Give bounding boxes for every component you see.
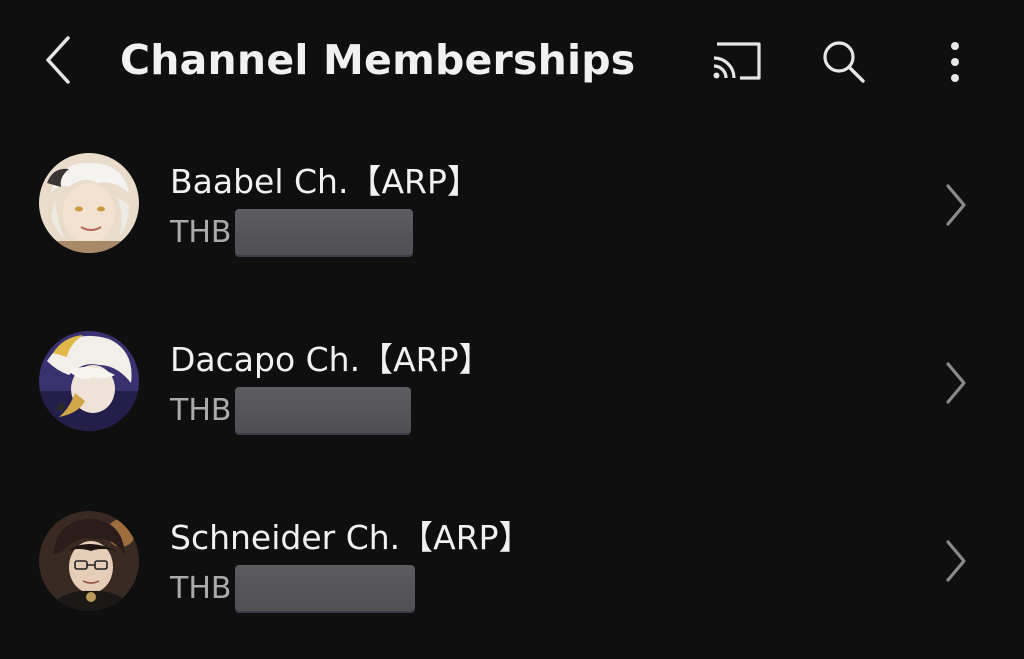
search-icon bbox=[823, 41, 865, 83]
cast-icon bbox=[713, 42, 761, 80]
chevron-right-icon bbox=[930, 175, 980, 235]
page-title: Channel Memberships bbox=[120, 36, 636, 84]
channel-name: Schneider Ch.【ARP】 bbox=[170, 518, 532, 557]
top-app-bar: Channel Memberships bbox=[0, 0, 1024, 125]
chevron-right-icon bbox=[930, 531, 980, 591]
channel-name: Dacapo Ch.【ARP】 bbox=[170, 340, 492, 379]
cast-button[interactable] bbox=[706, 32, 766, 92]
currency-label: THB bbox=[170, 392, 232, 428]
membership-row[interactable]: Baabel Ch.【ARP】 THB bbox=[0, 125, 1024, 303]
chevron-right-icon bbox=[930, 353, 980, 413]
currency-label: THB bbox=[170, 214, 232, 250]
more-vertical-icon bbox=[951, 42, 959, 82]
search-button[interactable] bbox=[814, 32, 874, 92]
redacted-price bbox=[235, 209, 414, 255]
channel-avatar bbox=[39, 331, 139, 431]
membership-price: THB bbox=[170, 565, 416, 611]
back-button[interactable] bbox=[30, 30, 86, 90]
chevron-left-icon bbox=[46, 36, 70, 84]
channel-name: Baabel Ch.【ARP】 bbox=[170, 162, 480, 201]
redacted-price bbox=[235, 387, 412, 433]
channel-avatar bbox=[39, 511, 139, 611]
membership-price: THB bbox=[170, 209, 414, 255]
more-options-button[interactable] bbox=[925, 32, 985, 92]
membership-row[interactable]: Dacapo Ch.【ARP】 THB bbox=[0, 303, 1024, 481]
currency-label: THB bbox=[170, 570, 232, 606]
membership-price: THB bbox=[170, 387, 412, 433]
membership-row[interactable]: Schneider Ch.【ARP】 THB bbox=[0, 481, 1024, 659]
channel-avatar bbox=[39, 153, 139, 253]
redacted-price bbox=[235, 565, 416, 611]
